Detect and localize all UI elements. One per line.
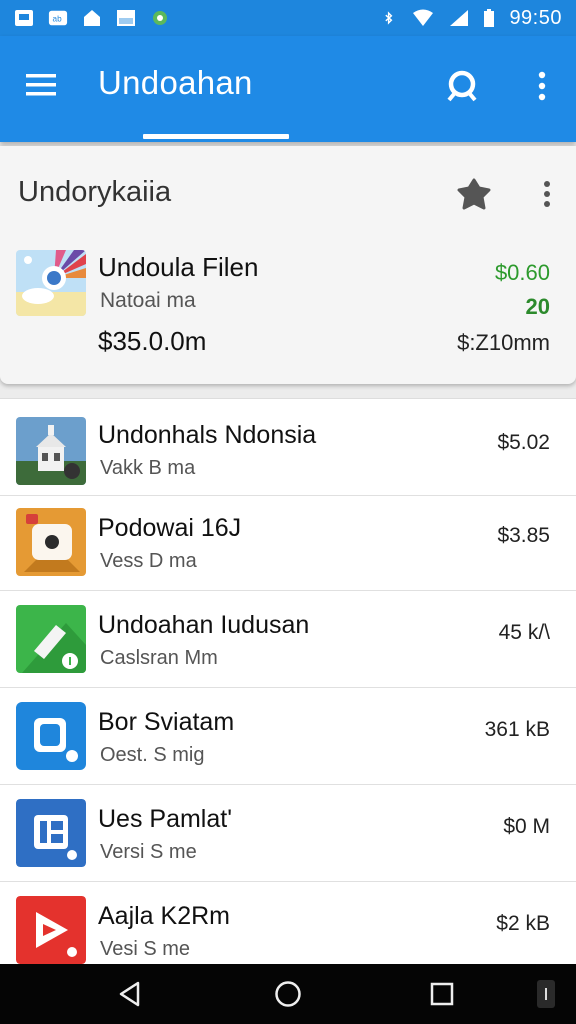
featured-value-top: $0.60 — [494, 260, 550, 285]
list-item[interactable]: Podowai 16J Vess D ma $3.85 — [0, 494, 576, 591]
nav-back-button[interactable] — [114, 978, 146, 1010]
android-icon — [153, 11, 167, 25]
recents-icon — [430, 982, 454, 1006]
featured-subtitle: Natoai ma — [100, 289, 196, 312]
app-icon — [16, 508, 86, 576]
app-name: Aajla K2Rm — [98, 902, 230, 930]
app-icon — [16, 896, 86, 964]
app-value: $0 M — [503, 815, 550, 838]
app-subtitle: Oest. S mig — [100, 744, 205, 766]
app-title: Undoahan — [98, 64, 253, 101]
navigation-bar — [0, 964, 576, 1024]
app-subtitle: Versi S me — [100, 841, 197, 863]
app-list: Undonhals Ndonsia Vakk B ma $5.02 Podowa… — [0, 398, 576, 964]
nav-home-button[interactable] — [272, 978, 304, 1010]
cast-icon: ab — [48, 10, 68, 26]
more-icon — [537, 980, 555, 1008]
bluetooth-icon — [385, 11, 393, 25]
list-item[interactable]: Bor Sviatam Oest. S mig 361 kB — [0, 688, 576, 785]
section-title: Undorykaiia — [18, 176, 172, 208]
list-item[interactable]: Undonhals Ndonsia Vakk B ma $5.02 — [0, 399, 576, 496]
tab-indicator — [143, 134, 289, 139]
featured-value-mid: 20 — [525, 294, 550, 319]
status-left-icons: ab — [14, 9, 170, 27]
search-icon — [447, 70, 477, 102]
featured-card: Undorykaiia Undoula Filen Natoai ma $35.… — [0, 146, 576, 384]
app-name: Podowai 16J — [98, 514, 242, 542]
signal-icon — [450, 10, 469, 26]
featured-item[interactable]: Undoula Filen Natoai ma $35.0.0m $0.60 2… — [0, 242, 576, 362]
app-icon — [16, 605, 86, 673]
overflow-menu-button[interactable] — [524, 64, 560, 108]
nav-recents-button[interactable] — [426, 978, 458, 1010]
menu-icon — [26, 74, 56, 96]
pencil-icon — [16, 605, 86, 673]
pin-button[interactable] — [454, 174, 494, 214]
nav-extra-button[interactable] — [534, 978, 558, 1010]
featured-thumbnail — [16, 250, 86, 316]
sd-card-icon — [15, 10, 33, 26]
app-icon — [16, 417, 86, 485]
app-icon — [16, 799, 86, 867]
featured-price: $35.0.0m — [98, 326, 207, 356]
app-value: 361 kB — [484, 718, 550, 741]
doc-icon — [16, 799, 86, 867]
app-name: Undoahan Iudusan — [98, 611, 310, 639]
app-value: 45 k/\ — [498, 621, 550, 644]
image-icon — [117, 10, 135, 26]
app-value: $3.85 — [497, 524, 550, 547]
svg-text:ab: ab — [53, 15, 63, 24]
app-value: $5.02 — [497, 431, 550, 454]
app-bar: Undoahan — [0, 36, 576, 142]
app-name: Ues Pamlat' — [98, 805, 232, 833]
app-name: Bor Sviatam — [98, 708, 235, 736]
section-overflow-button[interactable] — [534, 174, 560, 214]
status-right-icons: 99:50 — [383, 7, 562, 30]
more-vert-icon — [538, 71, 546, 101]
menu-button[interactable] — [22, 66, 60, 104]
sunburst-image-icon — [16, 250, 86, 316]
list-item[interactable]: Aajla K2Rm Vesi S me $2 kB — [0, 882, 576, 964]
featured-name: Undoula Filen — [98, 252, 259, 282]
app-name: Undonhals Ndonsia — [98, 421, 317, 449]
app-subtitle: Vesi S me — [100, 938, 191, 960]
list-item[interactable]: Undoahan Iudusan Caslsran Mm 45 k/\ — [0, 591, 576, 688]
wifi-icon — [413, 9, 434, 26]
home-icon — [84, 10, 100, 26]
app-value: $2 kB — [496, 912, 550, 935]
status-bar: ab 99:50 — [0, 0, 576, 36]
bag-icon — [16, 702, 86, 770]
camera-icon — [16, 508, 86, 576]
featured-value-bottom: $:Z10mm — [457, 330, 550, 355]
play-icon — [16, 896, 86, 964]
app-subtitle: Vakk B ma — [100, 457, 196, 479]
more-vert-icon — [544, 181, 550, 207]
app-subtitle: Caslsran Mm — [100, 647, 218, 669]
back-icon — [119, 981, 140, 1007]
house-icon — [16, 417, 86, 485]
search-button[interactable] — [440, 64, 484, 108]
list-item[interactable]: Ues Pamlat' Versi S me $0 M — [0, 785, 576, 882]
home-circle-icon — [275, 981, 301, 1007]
app-subtitle: Vess D ma — [100, 550, 197, 572]
battery-icon — [484, 9, 495, 27]
app-icon — [16, 702, 86, 770]
status-time: 99:50 — [509, 6, 562, 29]
pin-icon — [457, 178, 491, 210]
